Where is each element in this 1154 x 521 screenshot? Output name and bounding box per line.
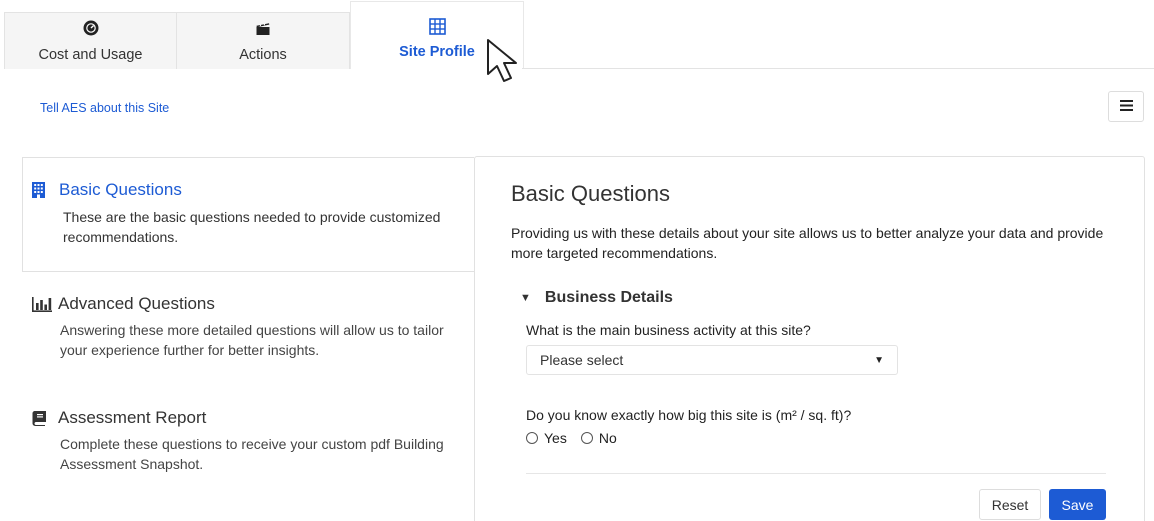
sidebar-item-title: Basic Questions (59, 180, 182, 199)
question-label-site-size: Do you know exactly how big this site is… (526, 407, 852, 423)
caret-down-icon: ▼ (520, 292, 531, 304)
tab-label: Cost and Usage (38, 47, 143, 63)
sidebar-item-description: Complete these questions to receive your… (60, 436, 444, 472)
select-value: Please select (540, 352, 624, 368)
divider (526, 473, 1106, 474)
radio-circle[interactable] (526, 432, 538, 444)
sidebar-item-advanced-questions[interactable]: Advanced Questions Answering these more … (32, 294, 460, 360)
page-title: Basic Questions (511, 181, 670, 206)
sidebar-item-description: Answering these more detailed questions … (60, 322, 444, 358)
clapperboard-icon (255, 18, 271, 38)
save-button[interactable]: Save (1049, 489, 1106, 520)
radio-circle[interactable] (580, 432, 593, 444)
menu-button[interactable] (1108, 91, 1144, 122)
radio-label: Yes (544, 430, 567, 446)
radio-yes[interactable]: Yes (526, 430, 567, 446)
bar-chart-icon (32, 296, 52, 312)
page-description: Providing us with these details about yo… (511, 225, 1104, 261)
sidebar-item-title: Assessment Report (58, 408, 207, 427)
content-panel (474, 156, 1145, 521)
tab-underline (522, 68, 1154, 69)
business-activity-select[interactable]: Please select ▼ (526, 345, 898, 375)
page-subtitle: Tell AES about this Site (40, 101, 170, 115)
sidebar-item-title: Advanced Questions (58, 294, 215, 313)
tab-bar: Cost and Usage Actions Site Profile (4, 1, 524, 69)
section-toggle-business-details[interactable]: ▼ Business Details (520, 289, 673, 307)
radio-label: No (598, 430, 617, 446)
book-icon (32, 410, 46, 426)
dropdown-caret-icon: ▼ (874, 354, 884, 366)
question-label-business-activity: What is the main business activity at th… (526, 322, 811, 338)
hamburger-menu-icon (1119, 98, 1133, 116)
sidebar-item-assessment-report[interactable]: Assessment Report Complete these questio… (32, 408, 460, 474)
sidebar-item-basic-questions[interactable]: Basic Questions These are the basic ques… (32, 180, 463, 247)
gauge-icon (83, 18, 99, 38)
reset-button[interactable]: Reset (979, 489, 1041, 520)
building-icon (32, 182, 45, 198)
radio-no[interactable]: No (580, 430, 617, 446)
section-title: Business Details (544, 289, 673, 306)
tab-cost-and-usage[interactable]: Cost and Usage (4, 12, 177, 69)
mouse-cursor-icon (486, 38, 532, 89)
sidebar-item-description: These are the basic questions needed to … (63, 209, 441, 245)
building-grid-icon (428, 16, 446, 36)
tab-label: Actions (239, 47, 287, 63)
tab-label: Site Profile (399, 44, 475, 60)
site-size-radio-group: Yes No (526, 430, 631, 446)
tab-actions[interactable]: Actions (177, 12, 350, 69)
